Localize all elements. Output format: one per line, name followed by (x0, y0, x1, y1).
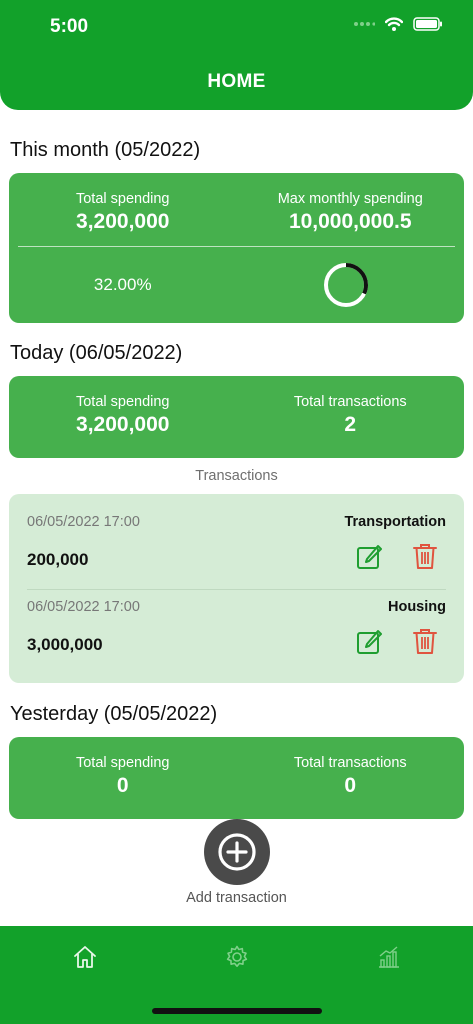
today-count-block: Total transactions 2 (237, 394, 465, 437)
month-max-block: Max monthly spending 10,000,000.5 (237, 191, 465, 234)
transaction-amount: 200,000 (27, 550, 89, 569)
month-percent: 32.00% (93, 275, 152, 294)
month-section-title: This month (05/2022) (10, 139, 201, 161)
cellular-signal-icon (354, 22, 375, 26)
today-total-value: 3,200,000 (76, 413, 170, 436)
yesterday-count-block: Total transactions 0 (237, 755, 465, 798)
transactions-heading: Transactions (195, 468, 278, 484)
list-item[interactable]: 06/05/2022 17:00 Transportation 200,000 (9, 494, 464, 580)
trash-icon[interactable] (412, 627, 438, 655)
add-transaction-button[interactable] (204, 819, 270, 885)
month-max-value: 10,000,000.5 (288, 210, 412, 233)
wifi-icon (385, 17, 403, 31)
add-transaction-label: Add transaction (186, 890, 287, 906)
yesterday-count-label: Total transactions (293, 755, 407, 771)
home-indicator (152, 1008, 322, 1014)
gear-icon[interactable] (224, 944, 250, 970)
status-icons (353, 17, 443, 31)
yesterday-total-label: Total spending (75, 755, 170, 771)
today-summary-card: Total spending 3,200,000 Total transacti… (9, 376, 464, 458)
transaction-category: Housing (388, 599, 446, 615)
edit-icon[interactable] (356, 627, 384, 655)
month-total-block: Total spending 3,200,000 (9, 191, 237, 234)
status-time: 5:00 (50, 16, 89, 37)
plus-circle-icon (218, 833, 256, 871)
home-screen: 5:00 HOME This month (05/2022) Total spe… (0, 0, 473, 1024)
home-icon[interactable] (72, 944, 98, 970)
month-total-label: Total spending (75, 191, 170, 207)
chart-icon[interactable] (376, 944, 402, 970)
transaction-category: Transportation (344, 514, 446, 530)
month-summary-card: Total spending 3,200,000 Max monthly spe… (9, 173, 464, 323)
today-count-label: Total transactions (293, 394, 407, 410)
yesterday-total-block: Total spending 0 (9, 755, 237, 798)
page-title: HOME (207, 71, 266, 92)
yesterday-section-title: Yesterday (05/05/2022) (10, 703, 218, 725)
month-max-label: Max monthly spending (277, 191, 423, 207)
today-total-block: Total spending 3,200,000 (9, 394, 237, 437)
transaction-list: 06/05/2022 17:00 Transportation 200,000 … (9, 494, 464, 683)
yesterday-total-value: 0 (116, 774, 129, 797)
today-total-label: Total spending (75, 394, 170, 410)
battery-icon (413, 17, 442, 31)
today-section-title: Today (06/05/2022) (10, 342, 183, 364)
today-count-value: 2 (344, 413, 357, 436)
yesterday-summary-card: Total spending 0 Total transactions 0 (9, 737, 464, 819)
month-total-value: 3,200,000 (76, 210, 170, 233)
month-card-divider (18, 246, 455, 247)
transaction-amount: 3,000,000 (27, 635, 103, 654)
transaction-date: 06/05/2022 17:00 (27, 599, 140, 615)
trash-icon[interactable] (412, 542, 438, 570)
edit-icon[interactable] (356, 542, 384, 570)
app-header: 5:00 HOME (0, 0, 473, 110)
yesterday-count-value: 0 (344, 774, 357, 797)
transaction-date: 06/05/2022 17:00 (27, 514, 140, 530)
list-item[interactable]: 06/05/2022 17:00 Housing 3,000,000 (9, 579, 464, 665)
month-progress-ring (324, 263, 368, 307)
